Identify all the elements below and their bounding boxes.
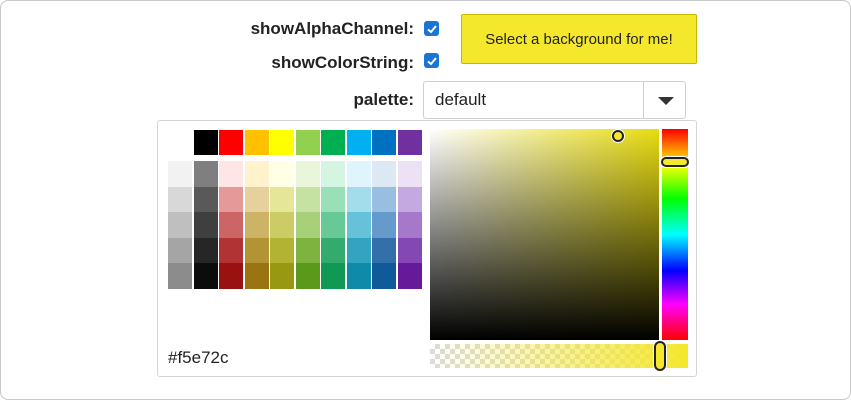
palette-swatch[interactable] — [219, 237, 243, 264]
palette-swatch[interactable] — [168, 212, 192, 238]
palette-swatch[interactable] — [347, 212, 371, 238]
palette-swatch[interactable] — [372, 186, 396, 213]
palette-swatch[interactable] — [168, 161, 192, 187]
show-alpha-channel-label: showAlphaChannel: — [250, 19, 414, 38]
palette-swatch[interactable] — [321, 186, 345, 213]
palette-swatch[interactable] — [245, 186, 269, 213]
palette-swatch[interactable] — [372, 237, 396, 264]
palette-swatch[interactable] — [321, 161, 345, 187]
palette-swatch[interactable] — [194, 186, 218, 213]
show-alpha-channel-checkbox[interactable] — [424, 21, 439, 36]
palette-swatch[interactable] — [296, 263, 320, 289]
palette-swatch[interactable] — [194, 237, 218, 264]
palette-swatch[interactable] — [245, 130, 269, 155]
palette-swatch[interactable] — [245, 161, 269, 187]
palette-swatch[interactable] — [347, 263, 371, 289]
palette-swatch[interactable] — [270, 186, 294, 213]
saturation-value-area[interactable] — [430, 129, 659, 340]
palette-swatch[interactable] — [372, 130, 396, 155]
palette-swatch[interactable] — [168, 186, 192, 213]
palette-select-divider — [643, 82, 644, 118]
palette-swatch[interactable] — [372, 161, 396, 187]
palette-swatch[interactable] — [245, 212, 269, 238]
palette-swatch[interactable] — [168, 130, 192, 155]
palette-label: palette: — [353, 90, 414, 109]
palette-swatch[interactable] — [296, 212, 320, 238]
palette-swatch[interactable] — [219, 186, 243, 213]
show-color-string-label: showColorString: — [271, 53, 414, 72]
chevron-down-icon[interactable] — [658, 97, 674, 105]
checkmark-icon — [426, 56, 437, 65]
palette-swatch[interactable] — [347, 130, 371, 155]
palette-swatch[interactable] — [270, 237, 294, 264]
palette-swatch[interactable] — [194, 263, 218, 289]
palette-swatch[interactable] — [372, 212, 396, 238]
saturation-value-handle[interactable] — [612, 130, 624, 142]
alpha-slider[interactable] — [430, 344, 688, 368]
palette-swatch[interactable] — [270, 212, 294, 238]
palette-swatch[interactable] — [219, 212, 243, 238]
palette-swatch[interactable] — [296, 161, 320, 187]
palette-swatch[interactable] — [270, 263, 294, 289]
palette-swatch[interactable] — [245, 263, 269, 289]
palette-selected-value: default — [435, 90, 487, 109]
palette-swatch[interactable] — [347, 237, 371, 264]
palette-swatch[interactable] — [296, 130, 320, 155]
palette-swatch[interactable] — [245, 237, 269, 264]
palette-swatch[interactable] — [168, 263, 192, 289]
palette-swatch[interactable] — [296, 237, 320, 264]
alpha-slider-handle[interactable] — [654, 341, 666, 371]
checkmark-icon — [426, 24, 437, 33]
select-background-button[interactable]: Select a background for me! — [461, 14, 697, 64]
palette-swatch[interactable] — [219, 130, 243, 155]
palette-swatch[interactable] — [398, 186, 422, 213]
palette-swatch[interactable] — [321, 263, 345, 289]
palette-swatch[interactable] — [398, 130, 422, 155]
show-color-string-checkbox[interactable] — [424, 53, 439, 68]
palette-swatch[interactable] — [194, 212, 218, 238]
palette-swatch[interactable] — [347, 161, 371, 187]
palette-swatch[interactable] — [398, 161, 422, 187]
palette-swatch[interactable] — [194, 130, 218, 155]
palette-swatch[interactable] — [194, 161, 218, 187]
palette-swatch[interactable] — [270, 161, 294, 187]
palette-swatch[interactable] — [321, 237, 345, 264]
color-hex-string: #f5e72c — [168, 348, 229, 367]
palette-swatch[interactable] — [398, 237, 422, 264]
palette-swatch[interactable] — [398, 212, 422, 238]
color-picker-panel: #f5e72c — [157, 120, 697, 377]
select-background-button-label: Select a background for me! — [485, 30, 673, 48]
palette-swatch[interactable] — [296, 186, 320, 213]
palette-swatch[interactable] — [372, 263, 396, 289]
palette-swatch[interactable] — [270, 130, 294, 155]
palette-select[interactable]: default — [423, 81, 686, 119]
palette-swatch[interactable] — [168, 237, 192, 264]
palette-swatch[interactable] — [321, 130, 345, 155]
palette-swatch[interactable] — [321, 212, 345, 238]
palette-swatch[interactable] — [347, 186, 371, 213]
palette-swatch[interactable] — [219, 263, 243, 289]
hue-slider-handle[interactable] — [661, 157, 689, 167]
palette-swatch[interactable] — [398, 263, 422, 289]
palette-swatch[interactable] — [219, 161, 243, 187]
